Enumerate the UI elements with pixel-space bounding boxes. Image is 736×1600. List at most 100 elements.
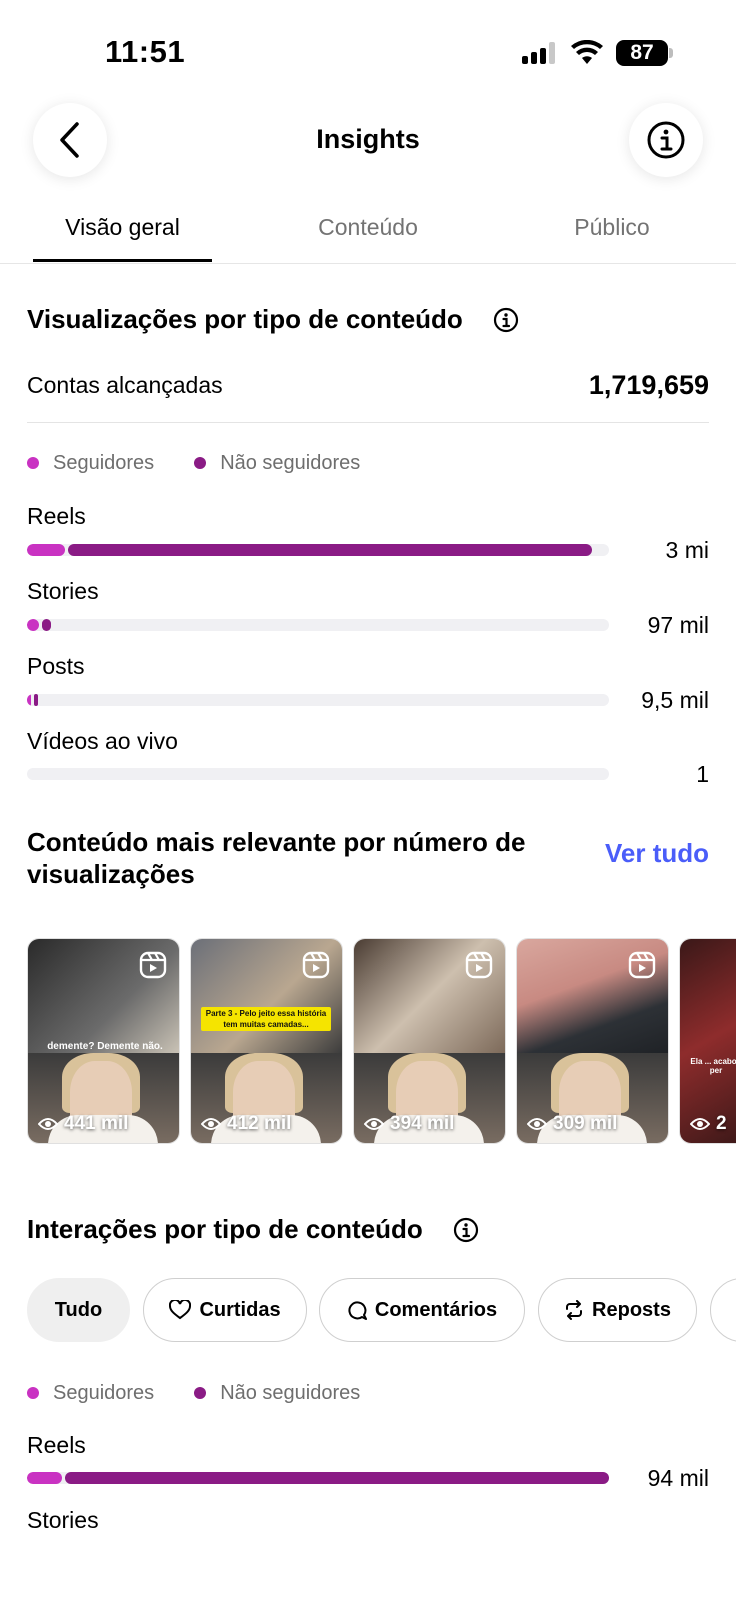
tab-bar: Visão geral Conteúdo Público	[0, 200, 736, 264]
filter-chip-likes[interactable]: Curtidas	[143, 1278, 307, 1342]
views-row-value: 97 mil	[647, 612, 709, 638]
views-row-label: Reels	[27, 503, 86, 529]
eye-icon	[527, 1118, 547, 1130]
tab-overview[interactable]: Visão geral	[33, 214, 212, 241]
see-all-link[interactable]: Ver tudo	[605, 838, 709, 869]
battery-icon: 87	[616, 40, 668, 66]
legend-followers-label: Seguidores	[53, 451, 155, 474]
non-followers-segment	[68, 544, 592, 556]
views-row-value: 1	[696, 761, 709, 787]
legend-non-followers-label: Não seguidores	[220, 1381, 361, 1404]
views-row-label: Posts	[27, 653, 85, 679]
thumbnail-views: 2	[690, 1113, 727, 1135]
filter-chip-more[interactable]	[710, 1278, 736, 1342]
active-tab-indicator	[33, 259, 212, 262]
interaction-filter-chips: Tudo Curtidas Comentários Reposts	[27, 1278, 736, 1342]
legend-followers-label: Seguidores	[53, 1381, 155, 1404]
comment-icon	[348, 1301, 367, 1320]
legend-followers: Seguidores	[27, 1382, 154, 1405]
eye-icon	[201, 1118, 221, 1130]
views-bar-live	[27, 768, 609, 780]
views-legend: Seguidores Não seguidores	[27, 450, 400, 476]
filter-chip-all[interactable]: Tudo	[27, 1278, 130, 1342]
tab-audience[interactable]: Público	[522, 214, 702, 241]
info-button[interactable]	[629, 103, 703, 177]
non-followers-dot	[194, 1387, 207, 1399]
eye-icon	[364, 1118, 384, 1130]
filter-chip-label: Curtidas	[199, 1298, 281, 1321]
interactions-section-title: Interações por tipo de conteúdo	[27, 1214, 423, 1244]
reels-icon	[628, 951, 656, 979]
views-bar-reels	[27, 544, 609, 556]
thumbnail-views-value: 394 mil	[390, 1113, 455, 1134]
followers-segment	[27, 1472, 62, 1484]
followers-segment	[27, 694, 31, 706]
reels-icon	[302, 951, 330, 979]
followers-dot	[27, 457, 39, 469]
status-time: 11:51	[105, 34, 186, 69]
thumbnail-caption: Ela ... acabou per	[690, 1057, 736, 1075]
accounts-reached-label: Contas alcançadas	[27, 372, 223, 398]
reels-icon	[139, 951, 167, 979]
info-icon[interactable]	[453, 1217, 479, 1243]
interactions-row-label: Stories	[27, 1507, 99, 1533]
thumbnail-views: 412 mil	[201, 1113, 291, 1135]
content-thumbnail[interactable]: Parte 3 - Pelo jeito essa história tem m…	[190, 938, 343, 1144]
eye-icon	[38, 1118, 58, 1130]
reels-icon	[465, 951, 493, 979]
wifi-icon	[571, 40, 603, 64]
interactions-legend: Seguidores Não seguidores	[27, 1380, 400, 1406]
legend-non-followers: Não seguidores	[194, 452, 360, 475]
eye-icon	[690, 1118, 710, 1130]
legend-non-followers: Não seguidores	[194, 1382, 360, 1405]
interactions-bar-reels	[27, 1472, 609, 1484]
filter-chip-label: Reposts	[592, 1298, 671, 1321]
views-bar-stories	[27, 619, 609, 631]
views-row-label: Vídeos ao vivo	[27, 728, 178, 754]
accounts-reached-value: 1,719,659	[588, 370, 709, 400]
heart-icon	[169, 1300, 192, 1320]
top-content-carousel: demente? Demente não. Estou 441 mil Part…	[27, 938, 736, 1146]
divider	[27, 422, 709, 423]
top-content-title: Conteúdo mais relevante por número de vi…	[27, 827, 526, 889]
battery-tip	[669, 48, 673, 58]
interactions-row-label: Reels	[27, 1432, 86, 1458]
interactions-row-value: 94 mil	[647, 1465, 709, 1491]
info-icon[interactable]	[493, 307, 519, 333]
non-followers-segment	[42, 619, 51, 631]
filter-chip-label: Comentários	[374, 1298, 498, 1321]
filter-chip-comments[interactable]: Comentários	[319, 1278, 525, 1342]
thumbnail-views: 394 mil	[364, 1113, 454, 1135]
thumbnail-views: 441 mil	[38, 1113, 128, 1135]
followers-dot	[27, 1387, 39, 1399]
info-icon	[647, 121, 685, 159]
followers-segment	[27, 544, 65, 556]
page-title: Insights	[316, 124, 420, 154]
non-followers-segment	[34, 694, 38, 706]
repost-icon	[566, 1300, 583, 1320]
legend-non-followers-label: Não seguidores	[220, 451, 361, 474]
content-thumbnail[interactable]: demente? Demente não. Estou 441 mil	[27, 938, 180, 1144]
cellular-signal-icon	[522, 42, 555, 64]
status-bar: 11:51 87	[0, 0, 736, 100]
thumbnail-views: 309 mil	[527, 1113, 617, 1135]
views-row-label: Stories	[27, 578, 99, 604]
thumbnail-caption: Parte 3 - Pelo jeito essa história tem m…	[201, 1007, 331, 1031]
legend-followers: Seguidores	[27, 452, 154, 475]
thumbnail-views-value: 412 mil	[227, 1113, 292, 1134]
filter-chip-reposts[interactable]: Reposts	[538, 1278, 697, 1342]
thumbnail-views-value: 309 mil	[553, 1113, 618, 1134]
followers-segment	[27, 619, 39, 631]
non-followers-segment	[65, 1472, 609, 1484]
thumbnail-views-value: 2	[716, 1113, 727, 1134]
filter-chip-label: Tudo	[54, 1298, 103, 1321]
views-bar-posts	[27, 694, 609, 706]
thumbnail-views-value: 441 mil	[64, 1113, 129, 1134]
tab-content[interactable]: Conteúdo	[278, 214, 458, 241]
content-thumbnail[interactable]: Ela ... acabou per 2	[679, 938, 736, 1144]
views-row-value: 9,5 mil	[641, 687, 709, 713]
views-row-value: 3 mi	[665, 537, 709, 563]
content-thumbnail[interactable]: 394 mil	[353, 938, 506, 1144]
views-section-title: Visualizações por tipo de conteúdo	[27, 304, 463, 334]
content-thumbnail[interactable]: 309 mil	[516, 938, 669, 1144]
